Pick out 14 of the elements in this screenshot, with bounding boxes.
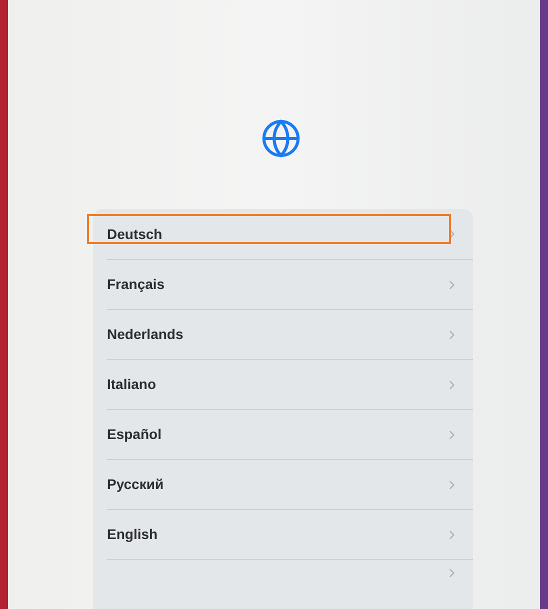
language-label: Русский (107, 475, 164, 494)
language-label: Italiano (107, 375, 156, 394)
language-label: Español (107, 425, 162, 444)
language-label: Français (107, 275, 165, 294)
language-item[interactable]: Italiano (107, 359, 473, 409)
language-item[interactable]: Español (107, 409, 473, 459)
language-item[interactable]: Deutsch (107, 209, 473, 259)
language-item[interactable]: Nederlands (107, 309, 473, 359)
language-label: Nederlands (107, 325, 184, 344)
language-item[interactable]: English (107, 509, 473, 559)
language-item[interactable]: Français (107, 259, 473, 309)
language-label: Deutsch (107, 224, 162, 244)
language-label: English (107, 525, 158, 544)
language-item[interactable]: Русский (107, 459, 473, 509)
